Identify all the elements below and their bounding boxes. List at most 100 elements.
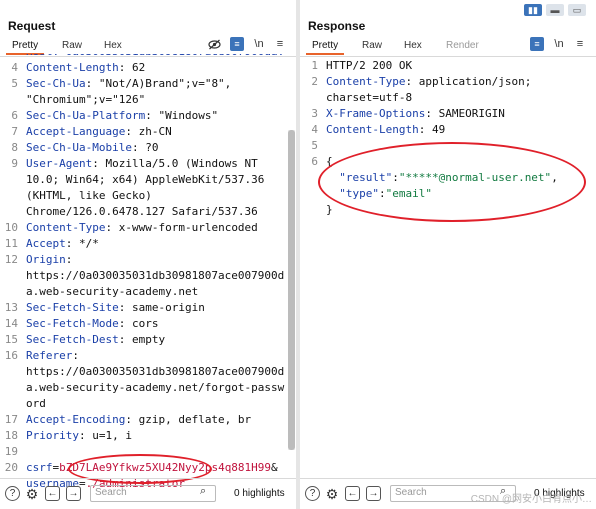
tab-hex[interactable]: Hex [404,40,422,51]
line-number: 14 [4,317,18,330]
annotation-circle-result [318,142,586,222]
code-token: Origin [26,253,66,266]
line-text: Accept: */* [26,236,99,252]
code-line: 2 Content-Type: application/json; [300,74,586,90]
code-token: Sec-Fetch-Site [26,301,119,314]
code-line: (KHTML, like Gecko) [0,188,286,204]
code-line: 12 Origin: [0,252,286,268]
list-icon[interactable]: ≡ [530,37,544,51]
code-token: } [326,203,333,216]
line-number: 5 [311,139,318,152]
code-line: charset=utf-8 [300,90,586,106]
code-token: Sec-Ch-Ua-Mobile [26,141,132,154]
line-text: charset=utf-8 [326,90,412,106]
code-token: : Mozilla/5.0 (Windows NT [92,157,258,170]
code-token: : 49 [418,123,446,136]
line-text: Content-Type: application/json; [326,74,531,90]
line-text: Chrome/126.0.6478.127 Safari/537.36 [26,204,258,220]
code-token: : cors [118,317,159,330]
line-number: 1 [311,59,318,72]
single-pane-icon[interactable]: ▭ [568,4,586,16]
line-number: 4 [311,123,318,136]
settings-icon[interactable]: ⚙ [324,486,340,502]
code-token: : "Not/A)Brand";v="8", [85,77,232,90]
help-icon[interactable]: ? [305,486,320,501]
code-token: Priority [26,429,79,442]
code-token: : same-origin [118,301,205,314]
line-text: (KHTML, like Gecko) [26,188,152,204]
code-token: : ?0 [131,141,159,154]
code-line: 7 Accept-Language: zh-CN [0,124,286,140]
line-text: 10.0; Win64; x64) AppleWebKit/537.36 [26,172,264,188]
code-token: a.web-security-academy.net/forgot-passw [26,381,285,394]
code-line: 11 Accept: */* [0,236,286,252]
line-text: Sec-Fetch-Dest: empty [26,332,165,348]
line-text: "Chromium";v="126" [26,92,145,108]
menu-icon[interactable]: ≡ [573,37,587,51]
code-line: 17 Accept-Encoding: gzip, deflate, br [0,412,286,428]
line-text: X-Frame-Options: SAMEORIGIN [326,106,505,122]
help-icon[interactable]: ? [5,486,20,501]
line-text: Sec-Fetch-Mode: cors [26,316,158,332]
code-token: Sec-Fetch-Mode [26,317,119,330]
tab-raw[interactable]: Raw [362,40,382,51]
line-number: 11 [4,237,18,250]
line-text: } [326,202,333,218]
code-line: 8 Sec-Ch-Ua-Mobile: ?0 [0,140,286,156]
code-line: https://0a030035031db30981807ace007900d [0,268,286,284]
line-text: Host: 0a030035031db30981807ace007900da. [26,54,284,60]
line-number: 20 [4,461,18,474]
code-line: 1 HTTP/2 200 OK [300,58,586,74]
code-token: Sec-Fetch-Dest [26,333,119,346]
tab-pretty[interactable]: Pretty [305,40,345,55]
request-search-input[interactable]: Search [90,485,216,502]
code-line: 4 Content-Length: 49 [300,122,586,138]
line-number: 15 [4,333,18,346]
tab-render[interactable]: Render [446,40,479,51]
split-horizontal-icon[interactable]: ▮▮ [524,4,542,16]
line-number: 3 [311,107,318,120]
forward-arrow-icon[interactable]: → [366,486,381,501]
newline-icon[interactable]: \n [552,37,566,51]
code-line: Host: 0a030035031db30981807ace007900da. [0,54,286,60]
line-number: 7 [11,125,18,138]
code-token: a.web-security-academy.net [26,285,199,298]
code-line: "Chromium";v="126" [0,92,286,108]
code-token: X-Frame-Options [326,107,426,120]
split-vertical-icon[interactable]: ▬ [546,4,564,16]
code-token: : gzip, deflate, br [125,413,252,426]
line-text: Sec-Ch-Ua-Mobile: ?0 [26,140,158,156]
code-token: : */* [65,237,99,250]
code-token: : [72,349,79,362]
line-text: Sec-Ch-Ua-Platform: "Windows" [26,108,218,124]
request-title: Request [8,19,56,33]
back-arrow-icon[interactable]: ← [345,486,360,501]
search-icon[interactable]: ⌕ [200,485,206,498]
code-token: Referer [26,349,73,362]
line-number: 6 [311,155,318,168]
request-scroll-thumb[interactable] [288,130,295,450]
response-title: Response [308,19,366,33]
line-number: 10 [4,221,18,234]
code-token: https://0a030035031db30981807ace007900d [26,269,285,282]
code-token: : [65,253,73,266]
line-text: a.web-security-academy.net [26,284,198,300]
line-number: 2 [311,75,318,88]
code-line: a.web-security-academy.net/forgot-passw [0,380,286,396]
line-text: Accept-Language: zh-CN [26,124,172,140]
code-token: Accept [26,237,66,250]
code-token: Content-Type [326,75,406,88]
line-text: Accept-Encoding: gzip, deflate, br [26,412,251,428]
code-token: : "Windows" [145,109,219,122]
forward-arrow-icon[interactable]: → [66,486,81,501]
line-number: 17 [4,413,18,426]
line-text: Sec-Fetch-Site: same-origin [26,300,205,316]
line-text: ord [26,396,46,412]
line-number: 16 [4,349,18,362]
settings-icon[interactable]: ⚙ [24,486,40,502]
request-editor[interactable]: Host: 0a030035031db30981807ace007900da. 4… [0,44,286,492]
line-text: Origin: [26,252,72,268]
back-arrow-icon[interactable]: ← [45,486,60,501]
code-line: 14 Sec-Fetch-Mode: cors [0,316,286,332]
request-scrollbar[interactable] [288,130,295,450]
